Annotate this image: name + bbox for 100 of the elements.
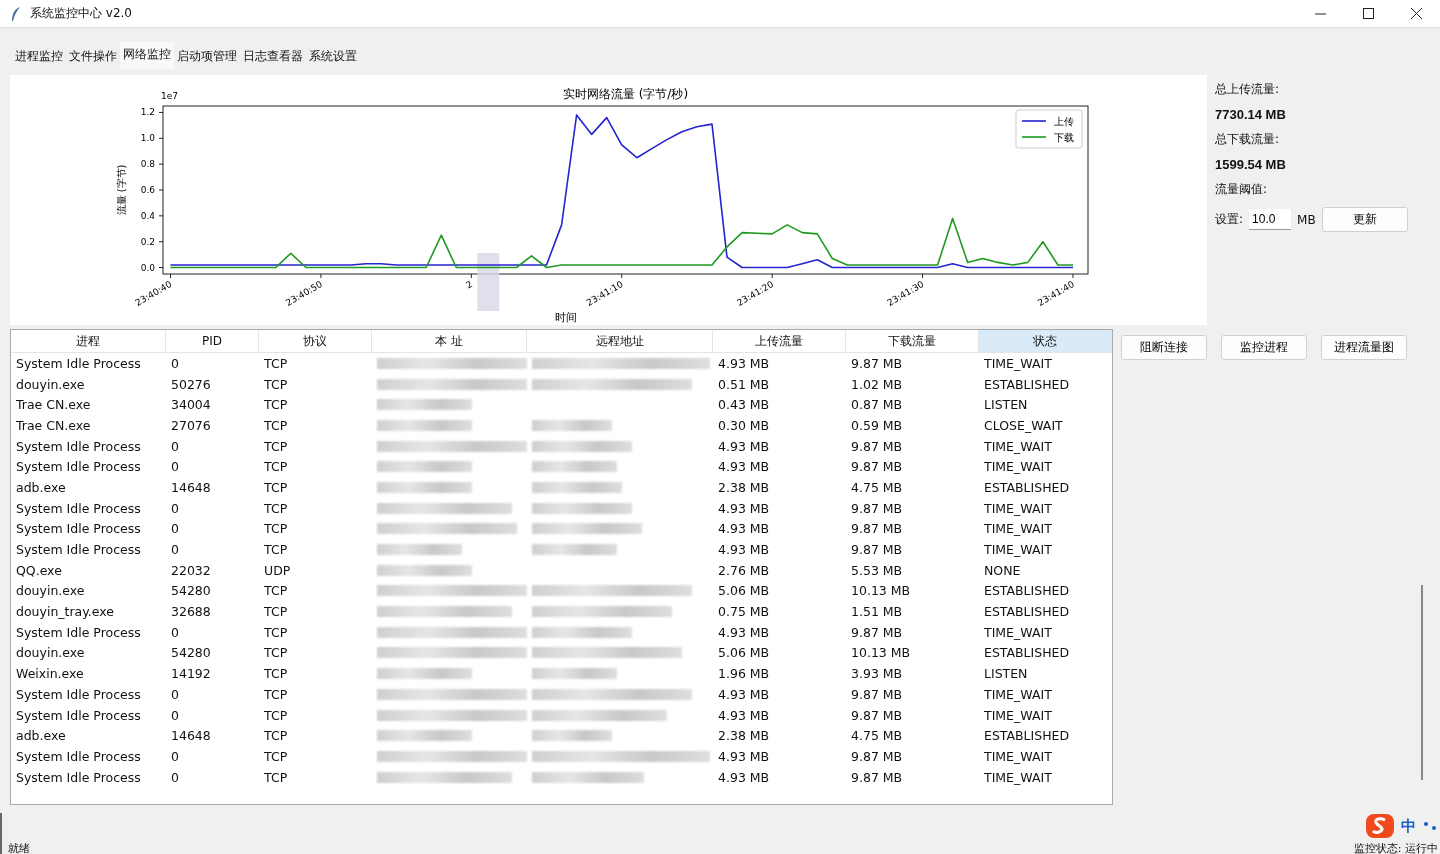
- x-axis-label: 时间: [554, 311, 577, 324]
- tab[interactable]: 文件操作: [66, 45, 120, 69]
- table-cell-text: 5.06 MB: [717, 582, 771, 601]
- x-tick-label: 2: [464, 279, 475, 291]
- table-cell-text: 4.93 MB: [717, 685, 771, 704]
- table-cell-text: TCP: [263, 541, 289, 560]
- table-cell-text: TCP: [263, 768, 289, 787]
- y-tick-label: 0.2: [140, 236, 155, 247]
- table-cell-text: TIME_WAIT: [983, 768, 1053, 787]
- table-cell-text: TCP: [263, 437, 289, 456]
- column-header[interactable]: 远程地址: [527, 330, 713, 353]
- column-header[interactable]: 状态: [979, 330, 1112, 353]
- table-cell-text: 4.93 MB: [717, 768, 771, 787]
- table-cell-text: adb.exe: [15, 727, 67, 746]
- table-cell-text: 0: [170, 499, 180, 518]
- table-cell-text: TIME_WAIT: [983, 520, 1053, 539]
- ime-mode[interactable]: 中: [1401, 816, 1416, 836]
- table-cell-text: 34004: [170, 396, 212, 415]
- close-icon: [1410, 8, 1422, 19]
- table-cell-text: LISTEN: [983, 396, 1029, 415]
- legend-label: 下载: [1054, 132, 1074, 143]
- column-header[interactable]: 进程: [11, 330, 166, 353]
- y-tick: 0.8: [140, 159, 164, 170]
- action-button[interactable]: 进程流量图: [1321, 335, 1407, 360]
- tab[interactable]: 日志查看器: [240, 45, 306, 69]
- action-button[interactable]: 监控进程: [1221, 335, 1307, 360]
- table-cell-text: TIME_WAIT: [983, 685, 1053, 704]
- table-cell-text: TCP: [263, 623, 289, 642]
- table-cell-text: ESTABLISHED: [983, 727, 1071, 746]
- scrollbar[interactable]: [1421, 585, 1423, 780]
- y-tick-label: 1.2: [140, 107, 155, 118]
- table-cell-text: 0: [170, 747, 180, 766]
- table-cell-text: douyin_tray.exe: [15, 603, 115, 622]
- table-cell-text: CLOSE_WAIT: [983, 416, 1064, 435]
- table-cell-text: TCP: [263, 458, 289, 477]
- column-header[interactable]: 协议: [259, 330, 372, 353]
- table-cell-text: 14648: [170, 478, 212, 497]
- table-cell-text: 4.93 MB: [717, 747, 771, 766]
- threshold-input[interactable]: 10.0: [1249, 209, 1292, 230]
- threshold-label: 流量阈值:: [1215, 181, 1269, 198]
- table-cell-text: 9.87 MB: [850, 706, 904, 725]
- table-cell-text: TCP: [263, 727, 289, 746]
- unit-label: MB: [1297, 212, 1316, 227]
- table-cell-text: 4.93 MB: [717, 354, 771, 373]
- table-cell-text: 0.87 MB: [850, 396, 904, 415]
- table-cell-text: Weixin.exe: [15, 665, 85, 684]
- table-cell-text: System Idle Process: [15, 354, 142, 373]
- column-header[interactable]: 下载流量: [846, 330, 979, 353]
- column-header[interactable]: PID: [166, 330, 259, 353]
- table-cell-text: TIME_WAIT: [983, 623, 1053, 642]
- table-cell-text: TIME_WAIT: [983, 354, 1053, 373]
- monitor-status: 监控状态: 运行中: [1353, 841, 1438, 854]
- status-text: 就绪: [8, 841, 30, 854]
- table-cell-text: TCP: [263, 396, 289, 415]
- y-tick: 0.6: [140, 185, 164, 195]
- table-cell-text: 0: [170, 458, 180, 477]
- feather-icon: [10, 5, 22, 22]
- table-cell-text: TIME_WAIT: [983, 458, 1053, 477]
- tab[interactable]: 系统设置: [306, 45, 360, 69]
- punctuation-icon[interactable]: [1422, 820, 1438, 832]
- stat-value: 1599.54 MB: [1215, 157, 1287, 172]
- table-cell-text: 54280: [170, 644, 212, 663]
- table-cell-text: 4.93 MB: [717, 499, 771, 518]
- table-cell-text: ESTABLISHED: [983, 582, 1071, 601]
- stat-label: 总下载流量:: [1215, 131, 1281, 148]
- column-header[interactable]: 上传流量: [713, 330, 846, 353]
- tab[interactable]: 网络监控: [120, 42, 174, 69]
- table-cell-text: TIME_WAIT: [983, 747, 1053, 766]
- table-cell-text: 4.93 MB: [717, 458, 771, 477]
- tab[interactable]: 进程监控: [12, 45, 66, 69]
- table-cell-text: 4.93 MB: [717, 437, 771, 456]
- y-tick: 1.2: [140, 107, 164, 118]
- table-cell-text: 9.87 MB: [850, 354, 904, 373]
- table-cell-text: 9.87 MB: [850, 458, 904, 477]
- tab[interactable]: 启动项管理: [174, 45, 240, 69]
- table-cell-text: 4.75 MB: [850, 478, 904, 497]
- table-cell-text: Trae CN.exe: [15, 396, 92, 415]
- table-cell-text: LISTEN: [983, 665, 1029, 684]
- table-cell-text: 14192: [170, 665, 212, 684]
- y-tick-label: 0.6: [140, 185, 156, 195]
- table-cell-text: 1.96 MB: [717, 665, 771, 684]
- table-cell-text: System Idle Process: [15, 520, 142, 539]
- table-cell-text: TCP: [263, 644, 289, 663]
- y-tick-label: 0.4: [140, 210, 156, 221]
- table-cell-text: 9.87 MB: [850, 768, 904, 787]
- table-cell-text: 2.38 MB: [717, 478, 771, 497]
- column-header[interactable]: 本 址: [372, 330, 527, 353]
- table-cell-text: douyin.exe: [15, 644, 86, 663]
- action-button[interactable]: 阻断连接: [1121, 335, 1207, 360]
- table-cell-text: 4.93 MB: [717, 706, 771, 725]
- table-cell-text: 9.87 MB: [850, 747, 904, 766]
- window-title: 系统监控中心 v2.0: [30, 5, 132, 22]
- table-cell-text: QQ.exe: [15, 561, 63, 580]
- update-button[interactable]: 更新: [1321, 207, 1408, 232]
- chart-title: 实时网络流量 (字节/秒): [562, 87, 689, 101]
- table-cell-text: ESTABLISHED: [983, 603, 1071, 622]
- table-cell-text: 0: [170, 541, 180, 560]
- table-cell-text: ESTABLISHED: [983, 478, 1071, 497]
- table-cell-text: 0: [170, 685, 180, 704]
- table-cell-text: 9.87 MB: [850, 437, 904, 456]
